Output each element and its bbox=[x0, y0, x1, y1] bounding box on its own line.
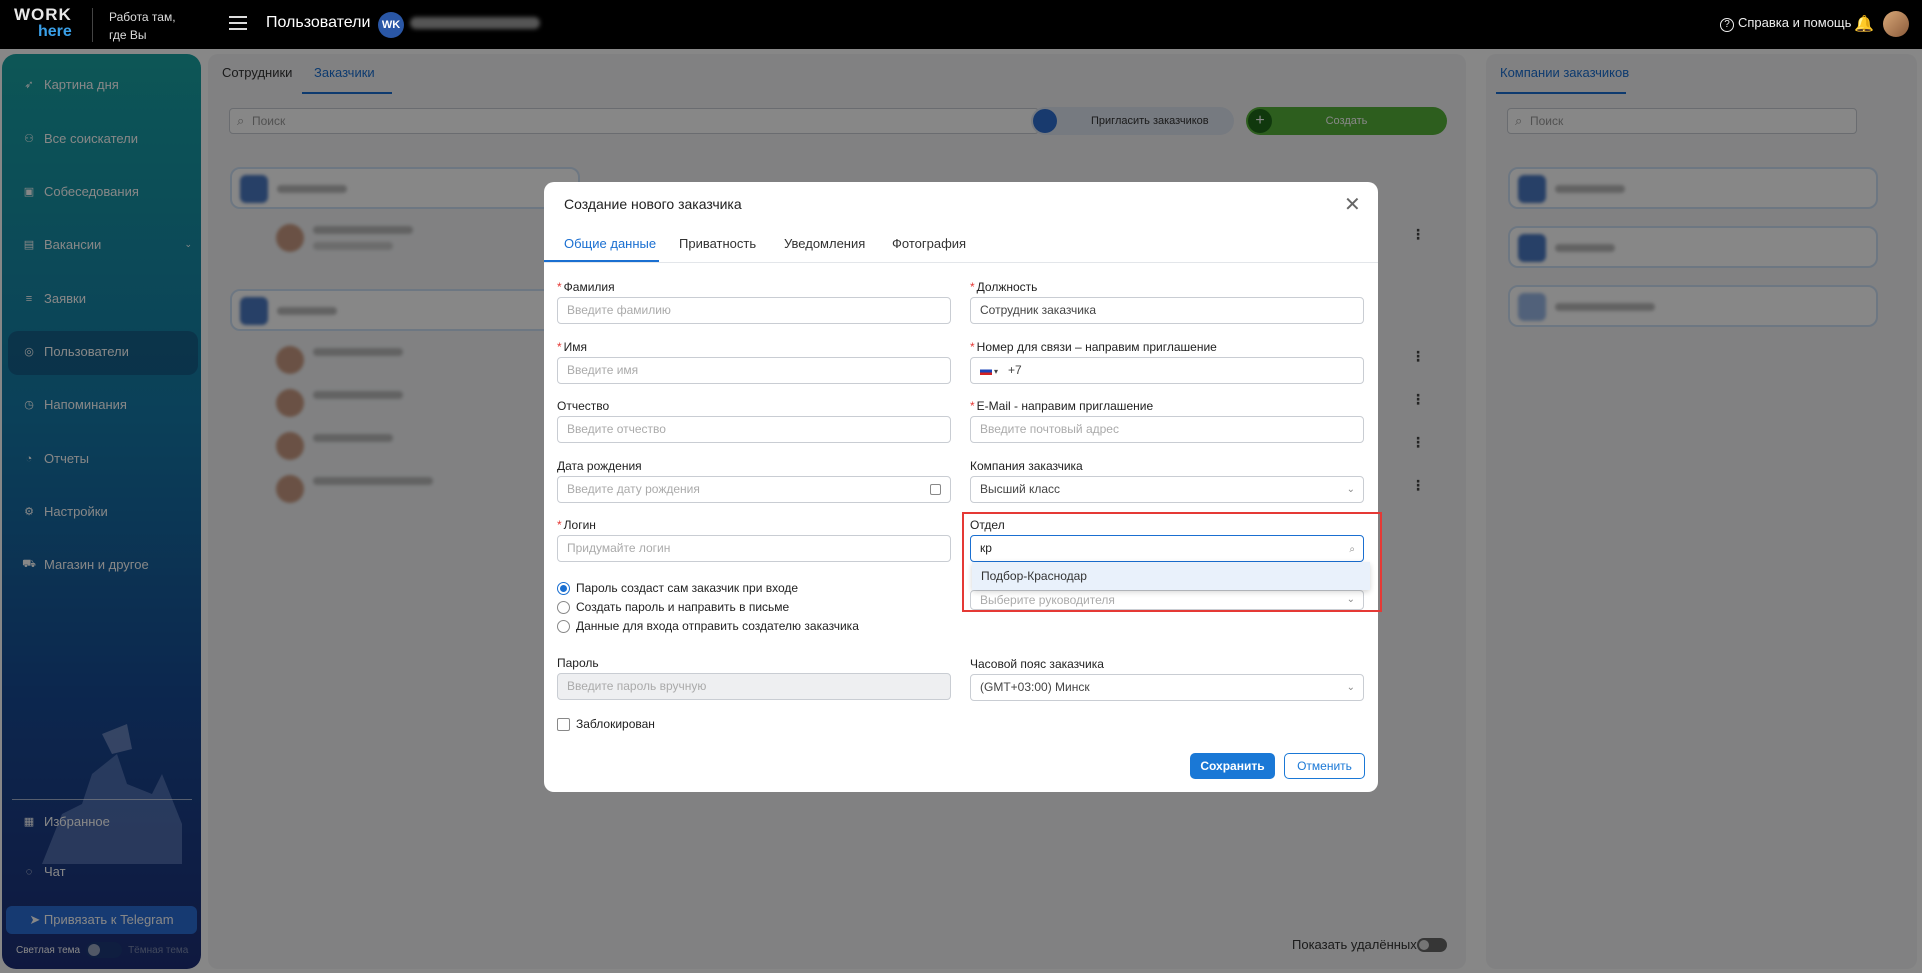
radio-checked bbox=[557, 581, 570, 595]
calendar-icon[interactable] bbox=[930, 484, 941, 495]
birth-date-field[interactable]: Введите дату рождения bbox=[557, 476, 951, 503]
chevron-down-icon: ⌄ bbox=[1346, 682, 1355, 693]
middle-name-label: Отчество bbox=[557, 399, 610, 413]
top-bar: WORK here Работа там, где Вы Пользовател… bbox=[0, 0, 1922, 49]
phone-field[interactable]: ▾ +7 bbox=[970, 357, 1364, 384]
blocked-checkbox[interactable]: Заблокирован bbox=[557, 717, 655, 731]
avatar[interactable] bbox=[1883, 11, 1909, 37]
create-customer-dialog: Создание нового заказчика ✕ Общие данные… bbox=[544, 182, 1382, 792]
help-link[interactable]: ? Справка и помощь bbox=[1720, 15, 1851, 32]
chevron-down-icon: ⌄ bbox=[1346, 484, 1355, 495]
russia-flag-icon[interactable] bbox=[980, 366, 992, 375]
password-option-email[interactable]: Создать пароль и направить в письме bbox=[557, 600, 789, 614]
tab-notifications[interactable]: Уведомления bbox=[784, 236, 865, 251]
close-icon[interactable]: ✕ bbox=[1344, 192, 1361, 217]
email-field[interactable]: Введите почтовый адрес bbox=[970, 416, 1364, 443]
menu-toggle-icon[interactable] bbox=[229, 16, 247, 32]
bell-icon[interactable]: 🔔 bbox=[1854, 14, 1874, 34]
login-field[interactable]: Придумайте логин bbox=[557, 535, 951, 562]
save-button[interactable]: Сохранить bbox=[1190, 753, 1275, 779]
logo-divider bbox=[92, 8, 93, 42]
timezone-select[interactable]: (GMT+03:00) Минск ⌄ bbox=[970, 674, 1364, 701]
annotation-highlight-box bbox=[962, 512, 1382, 612]
last-name-label: * Фамилия bbox=[557, 280, 615, 294]
position-field[interactable]: Сотрудник заказчика bbox=[970, 297, 1364, 324]
middle-name-field[interactable]: Введите отчество bbox=[557, 416, 951, 443]
tab-photo[interactable]: Фотография bbox=[892, 236, 966, 251]
help-icon: ? bbox=[1720, 18, 1734, 32]
last-name-field[interactable]: Введите фамилию bbox=[557, 297, 951, 324]
first-name-label: * Имя bbox=[557, 340, 588, 354]
birth-date-label: Дата рождения bbox=[557, 459, 642, 473]
phone-label: * Номер для связи – направим приглашение bbox=[970, 340, 1217, 354]
dialog-title: Создание нового заказчика bbox=[564, 196, 742, 212]
tab-general[interactable]: Общие данные bbox=[564, 236, 656, 251]
tagline: Работа там, где Вы bbox=[109, 10, 176, 42]
position-label: * Должность bbox=[970, 280, 1038, 294]
tab-underline bbox=[544, 260, 659, 262]
company-label: Компания заказчика bbox=[970, 459, 1083, 473]
password-option-self[interactable]: Пароль создаст сам заказчик при входе bbox=[557, 581, 798, 595]
password-field: Введите пароль вручную bbox=[557, 673, 951, 700]
login-label: * Логин bbox=[557, 518, 596, 532]
first-name-field[interactable]: Введите имя bbox=[557, 357, 951, 384]
tab-privacy[interactable]: Приватность bbox=[679, 236, 756, 251]
email-label: * E-Mail - направим приглашение bbox=[970, 399, 1154, 413]
password-option-creator[interactable]: Данные для входа отправить создателю зак… bbox=[557, 619, 859, 633]
company-select[interactable]: Высший класс ⌄ bbox=[970, 476, 1364, 503]
workspace-name-blurred bbox=[410, 17, 540, 29]
cancel-button[interactable]: Отменить bbox=[1284, 753, 1365, 779]
page-title: Пользователи bbox=[266, 14, 371, 31]
workspace-badge[interactable]: WK bbox=[378, 12, 404, 38]
password-label: Пароль bbox=[557, 656, 599, 670]
timezone-label: Часовой пояс заказчика bbox=[970, 657, 1104, 671]
workhere-logo[interactable]: WORK here bbox=[14, 6, 72, 40]
